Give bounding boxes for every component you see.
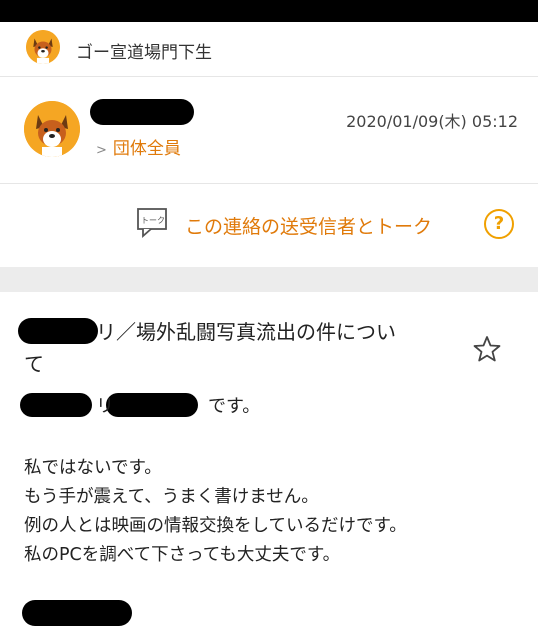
message-body: リ／場外乱闘写真流出の件につい て リ です。 私ではないです。 もう手が震えて、… [0, 292, 538, 640]
redacted-sender-name [90, 99, 194, 125]
sent-datetime: 2020/01/09(木) 05:12 [346, 112, 518, 131]
recipients-label: 団体全員 [112, 139, 181, 159]
status-bar [0, 0, 538, 22]
shiba-dog-icon [26, 30, 60, 64]
message-subject: リ／場外乱闘写真流出の件につい て [24, 316, 454, 380]
group-name: ゴー宣道場門下生 [76, 43, 212, 63]
chevron-right-icon: > [96, 143, 107, 158]
talk-row: トーク この連絡の送受信者とトーク ? [0, 184, 538, 267]
body-line: もう手が震えて、うまく書けません。 [24, 487, 319, 507]
sender-header: > 団体全員 2020/01/09(木) 05:12 [0, 77, 538, 184]
redacted-signature [22, 600, 132, 626]
shiba-dog-icon[interactable] [24, 101, 80, 157]
author-mid: リ [96, 396, 114, 417]
author-suffix: です。 [208, 396, 261, 417]
body-line: 私ではないです。 [24, 458, 162, 478]
talk-with-participants-link[interactable]: この連絡の送受信者とトーク [185, 212, 432, 239]
section-divider [0, 267, 538, 292]
help-icon[interactable]: ? [484, 209, 514, 239]
talk-bubble-icon[interactable]: トーク [135, 206, 175, 238]
svg-text:トーク: トーク [141, 216, 165, 225]
body-line: 例の人とは映画の情報交換をしているだけです。 [24, 516, 407, 536]
body-line: 私のPCを調べて下さっても大丈夫です。 [24, 545, 341, 565]
message-text: 私ではないです。 もう手が震えて、うまく書けません。 例の人とは映画の情報交換を… [24, 454, 407, 570]
author-line: リ です。 [24, 392, 260, 418]
recipients-link[interactable]: > 団体全員 [96, 134, 181, 159]
subject-line-2: て [24, 352, 44, 376]
star-icon[interactable] [472, 334, 502, 364]
group-header[interactable]: ゴー宣道場門下生 [0, 22, 538, 77]
subject-line-1: リ／場外乱闘写真流出の件につい [96, 320, 396, 344]
